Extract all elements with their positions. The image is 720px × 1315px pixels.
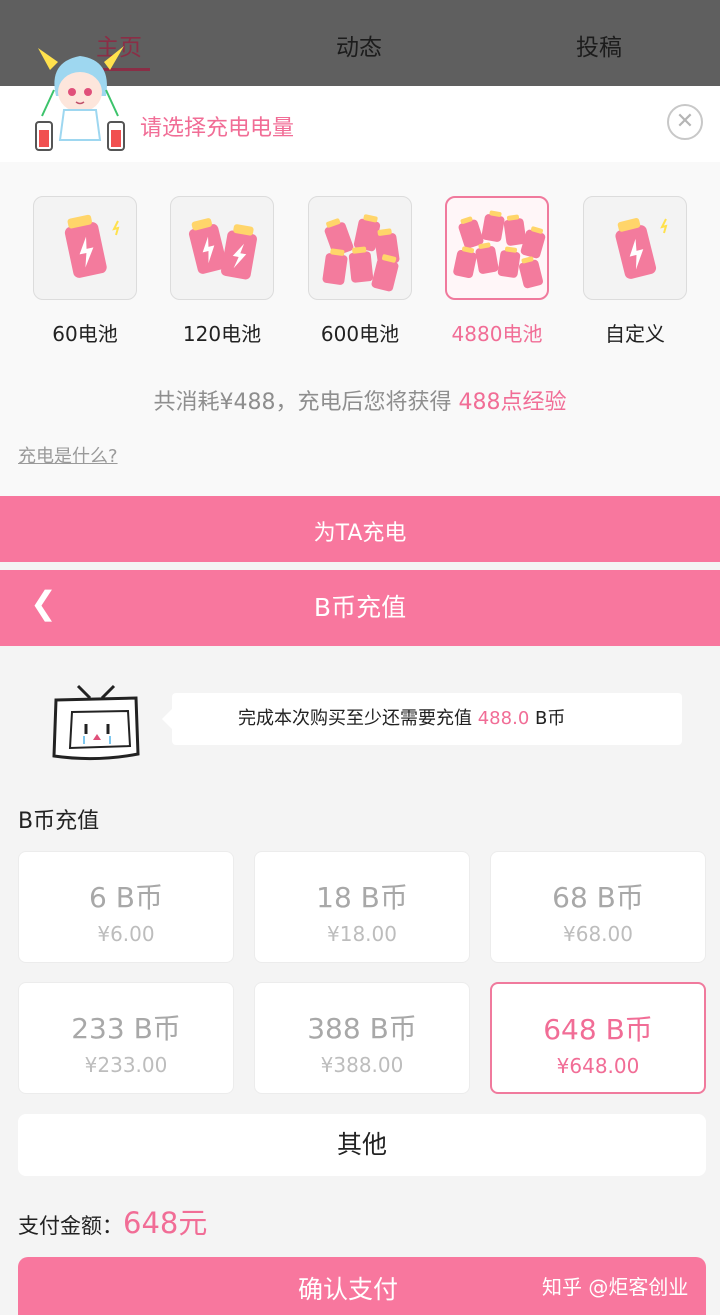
battery-label: 600电池 xyxy=(320,322,400,346)
charge-sheet-header: 请选择充电电量 ✕ xyxy=(0,46,720,162)
charge-button[interactable]: 为TA充电 xyxy=(0,496,720,562)
close-icon: ✕ xyxy=(675,109,695,134)
battery-option-custom[interactable]: 自定义 xyxy=(583,196,687,347)
what-is-charge-link[interactable]: 充电是什么? xyxy=(18,442,118,468)
pay-amount-row: 支付金额：648元 xyxy=(18,1200,207,1242)
battery-option-600[interactable]: 600电池 xyxy=(308,196,412,347)
battery-label: 4880电池 xyxy=(451,322,543,346)
coin-amount: 6 B币 xyxy=(89,881,163,914)
coin-price: ¥6.00 xyxy=(97,922,155,946)
recharge-notice: 完成本次购买至少还需要充值 488.0 B币 xyxy=(162,693,682,745)
coin-package-6[interactable]: 6 B币 ¥6.00 xyxy=(18,851,234,963)
battery-double-icon xyxy=(188,218,257,280)
charge-sheet-title: 请选择充电电量 xyxy=(140,116,295,141)
confirm-pay-label: 确认支付 xyxy=(297,1275,398,1304)
coin-package-648[interactable]: 648 B币 ¥648.00 xyxy=(490,982,706,1094)
battery-option-4880[interactable]: 4880电池 xyxy=(445,196,549,347)
notice-suffix: B币 xyxy=(529,708,566,729)
watermark: 知乎 @炬客创业 xyxy=(542,1275,689,1299)
battery-label: 自定义 xyxy=(605,322,665,346)
coin-package-68[interactable]: 68 B币 ¥68.00 xyxy=(490,851,706,963)
summary-middle: ，充电后您将获得 xyxy=(275,390,459,415)
coin-price: ¥68.00 xyxy=(563,922,633,946)
other-amount-button[interactable]: 其他 xyxy=(18,1114,706,1176)
bcoin-page-title: B币充值 xyxy=(313,593,407,622)
pay-label: 支付金额： xyxy=(18,1214,123,1238)
coin-price: ¥388.00 xyxy=(320,1053,404,1077)
coin-package-388[interactable]: 388 B币 ¥388.00 xyxy=(254,982,470,1094)
coin-amount: 18 B币 xyxy=(316,881,408,914)
coin-amount: 648 B币 xyxy=(543,1013,653,1046)
battery-stack-icon xyxy=(322,214,400,292)
battery-option-120[interactable]: 120电池 xyxy=(170,196,274,347)
battery-card xyxy=(170,196,274,300)
mascot-illustration xyxy=(35,46,125,151)
battery-card xyxy=(445,196,549,300)
battery-label: 120电池 xyxy=(182,322,262,346)
tab-dynamic[interactable]: 动态 xyxy=(336,28,382,62)
coin-price: ¥233.00 xyxy=(84,1053,168,1077)
coin-price: ¥18.00 xyxy=(327,922,397,946)
coin-price: ¥648.00 xyxy=(556,1054,640,1078)
coin-amount: 68 B币 xyxy=(552,881,644,914)
close-button[interactable]: ✕ xyxy=(667,104,703,140)
notice-prefix: 完成本次购买至少还需要充值 xyxy=(238,708,478,729)
battery-custom-icon xyxy=(615,217,668,279)
battery-card xyxy=(33,196,137,300)
battery-card xyxy=(583,196,687,300)
charge-summary: 共消耗¥488，充电后您将获得 488点经验 xyxy=(0,384,720,416)
coin-package-233[interactable]: 233 B币 ¥233.00 xyxy=(18,982,234,1094)
pay-amount: 648元 xyxy=(123,1206,208,1240)
battery-label: 60电池 xyxy=(52,322,118,346)
summary-exp: 488点经验 xyxy=(458,390,567,415)
coin-amount: 233 B币 xyxy=(71,1012,181,1045)
bcoin-section-title: B币充值 xyxy=(18,809,100,834)
notice-amount: 488.0 xyxy=(477,708,530,729)
battery-pile-icon xyxy=(453,210,546,289)
summary-cost: ¥488 xyxy=(219,390,276,415)
tab-posts[interactable]: 投稿 xyxy=(576,28,622,62)
battery-option-60[interactable]: 60电池 xyxy=(33,196,137,347)
summary-prefix: 共消耗 xyxy=(153,390,220,415)
bilibili-tv-icon xyxy=(52,684,140,761)
charge-sheet: 请选择充电电量 ✕ 60电池 120电池 600电池 4880电池 自定义 共消… xyxy=(0,46,720,556)
bcoin-header: ❮ B币充值 xyxy=(0,570,720,646)
coin-package-18[interactable]: 18 B币 ¥18.00 xyxy=(254,851,470,963)
battery-card xyxy=(308,196,412,300)
coin-amount: 388 B币 xyxy=(307,1012,417,1045)
battery-single-icon xyxy=(64,214,120,278)
